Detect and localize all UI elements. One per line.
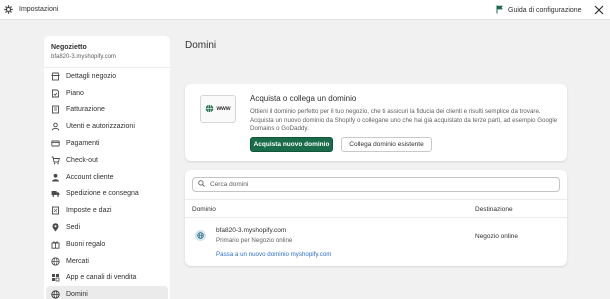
billing-icon	[51, 105, 60, 114]
domain-destination: Negozio online	[475, 233, 519, 240]
sidebar-item-domini[interactable]: Domini	[46, 286, 168, 299]
truck-icon	[51, 189, 60, 198]
sidebar-item-account-cliente[interactable]: Account cliente	[44, 169, 170, 186]
promo-heading: Acquista o collega un dominio	[250, 94, 357, 103]
domain-status: Primario per Negozio online	[216, 237, 293, 244]
sidebar-item-utenti[interactable]: Utenti e autorizzazioni	[44, 118, 170, 135]
column-header-domain: Dominio	[192, 206, 216, 213]
top-bar: Impostazioni Guida di configurazione	[0, 0, 610, 20]
page-title: Domini	[185, 40, 217, 51]
setup-guide-label: Guida di configurazione	[508, 6, 582, 14]
sidebar-item-label: Pagamenti	[66, 140, 100, 148]
domain-search-box[interactable]	[192, 177, 560, 192]
domain-search-input[interactable]	[210, 181, 550, 188]
sidebar-item-imposte[interactable]: Imposte e dazi	[44, 202, 170, 219]
sidebar-item-label: Domini	[66, 291, 88, 299]
buy-new-domain-button[interactable]: Acquista nuovo dominio	[250, 137, 333, 152]
plan-icon	[51, 89, 60, 98]
sidebar-item-app-canali[interactable]: App e canali di vendita	[44, 270, 170, 287]
sidebar-item-label: Utenti e autorizzazioni	[66, 123, 135, 131]
sidebar-item-label: Spedizione e consegna	[66, 190, 139, 198]
close-icon[interactable]	[594, 5, 604, 15]
sidebar-item-buoni-regalo[interactable]: Buoni regalo	[44, 236, 170, 253]
search-icon	[198, 180, 205, 189]
buy-connect-domain-card: www Acquista o collega un dominio Ottien…	[185, 84, 567, 161]
domain-illustration: www	[200, 95, 236, 123]
sidebar-item-label: Imposte e dazi	[66, 207, 112, 215]
user-icon	[51, 122, 60, 131]
sidebar-item-label: Buoni regalo	[66, 240, 106, 248]
customer-icon	[51, 173, 60, 182]
domains-list-card: Dominio Destinazione bfa820-3.myshopify.…	[185, 170, 567, 266]
promo-description: Ottieni il dominio perfetto per il tuo n…	[250, 108, 558, 132]
sidebar-item-label: Piano	[66, 89, 84, 97]
sidebar-item-check-out[interactable]: Check-out	[44, 152, 170, 169]
cart-icon	[51, 156, 60, 165]
sidebar-item-pagamenti[interactable]: Pagamenti	[44, 135, 170, 152]
location-icon	[51, 223, 60, 232]
sidebar-item-sedi[interactable]: Sedi	[44, 219, 170, 236]
flag-icon	[496, 5, 504, 16]
store-icon	[51, 72, 60, 81]
payment-icon	[51, 139, 60, 148]
sidebar-item-fatturazione[interactable]: Fatturazione	[44, 102, 170, 119]
www-text: www	[216, 106, 231, 112]
column-header-destination: Destinazione	[475, 206, 513, 213]
globe-icon	[51, 257, 60, 266]
sidebar-item-piano[interactable]: Piano	[44, 85, 170, 102]
connect-existing-domain-button[interactable]: Collega dominio esistente	[341, 137, 432, 152]
sidebar-item-label: Sedi	[66, 224, 81, 232]
sidebar-item-label: Check-out	[66, 156, 98, 164]
tax-icon	[51, 206, 60, 215]
globe-icon	[51, 290, 60, 299]
table-row[interactable]: bfa820-3.myshopify.com Primario per Nego…	[185, 222, 567, 264]
sidebar-item-label: Fatturazione	[66, 106, 105, 114]
globe-icon	[205, 103, 214, 115]
sidebar-item-label: Account cliente	[66, 173, 114, 181]
sidebar-item-label: Mercati	[66, 257, 89, 265]
store-header[interactable]: Negozietto bfa820-3.myshopify.com	[44, 36, 170, 68]
store-name: Negozietto	[51, 44, 87, 51]
sidebar-item-spedizione[interactable]: Spedizione e consegna	[44, 186, 170, 203]
sidebar-item-dettagli-negozio[interactable]: Dettagli negozio	[44, 68, 170, 85]
settings-sidebar: Negozietto bfa820-3.myshopify.com Dettag…	[44, 36, 170, 299]
sidebar-item-mercati[interactable]: Mercati	[44, 253, 170, 270]
globe-icon	[195, 230, 206, 241]
apps-icon	[51, 273, 60, 282]
setup-guide-button[interactable]: Guida di configurazione	[496, 0, 582, 20]
window-title: Impostazioni	[19, 6, 59, 13]
domain-name[interactable]: bfa820-3.myshopify.com	[216, 227, 286, 234]
change-myshopify-domain-link[interactable]: Passa a un nuovo dominio myshopify.com	[216, 251, 331, 258]
sidebar-item-label: App e canali di vendita	[66, 274, 137, 282]
store-domain: bfa820-3.myshopify.com	[51, 54, 116, 60]
gift-icon	[51, 240, 60, 249]
gear-icon	[4, 5, 13, 14]
domains-table-header: Dominio Destinazione	[185, 199, 567, 218]
sidebar-item-label: Dettagli negozio	[66, 72, 117, 80]
